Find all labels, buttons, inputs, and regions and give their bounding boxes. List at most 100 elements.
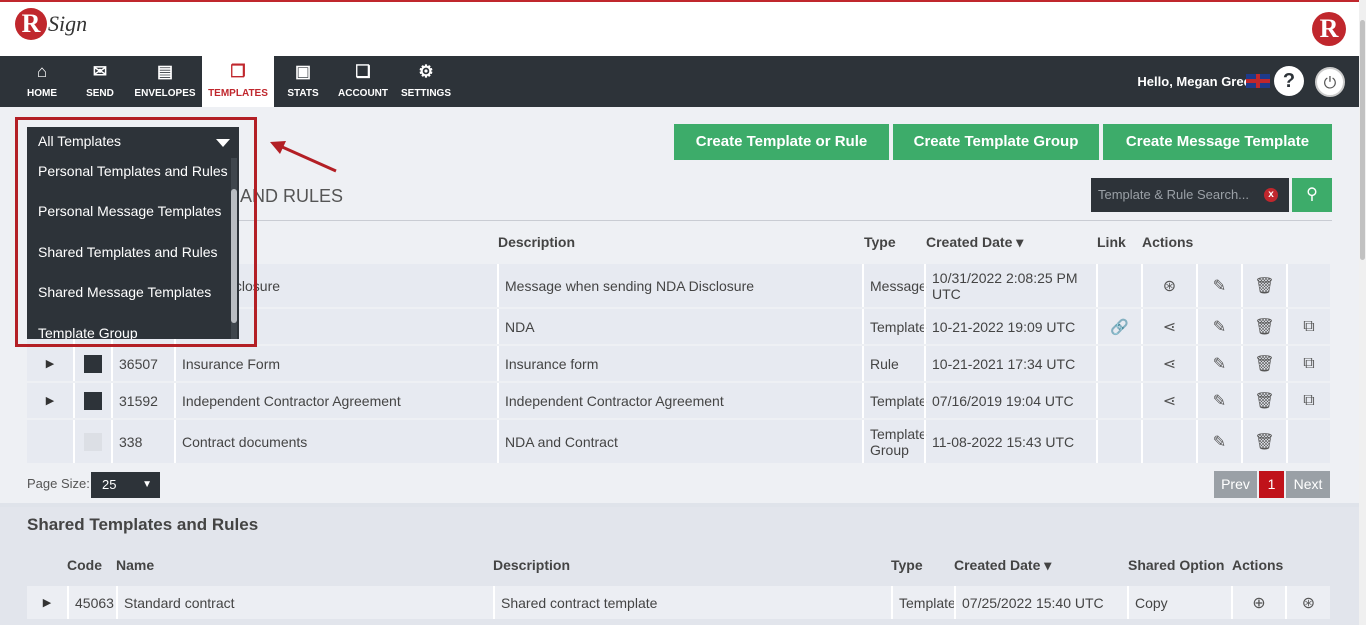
caret-right-icon[interactable]: ▶	[43, 596, 51, 609]
col-description: Description	[493, 557, 571, 573]
delete-action[interactable]: 🗑	[1241, 383, 1286, 418]
col-link: Link	[1097, 234, 1126, 250]
logout-button[interactable]: ⏻	[1315, 67, 1345, 97]
caret-right-icon[interactable]: ▶	[46, 357, 54, 370]
edit-action[interactable]: ✎	[1196, 383, 1241, 418]
edit-action[interactable]: ✎	[1196, 264, 1241, 307]
rsign-logo[interactable]: R Sign	[15, 8, 87, 40]
copy-icon[interactable]: ⧉	[1303, 318, 1314, 336]
help-button[interactable]: ?	[1274, 66, 1304, 96]
expand-cell[interactable]: ▶	[27, 383, 73, 418]
page-scrollbar[interactable]	[1359, 0, 1366, 625]
description-cell: Independent Contractor Agreement	[497, 383, 862, 418]
page-1-button[interactable]: 1	[1259, 471, 1284, 498]
nav-home[interactable]: ⌂ HOME	[14, 56, 70, 107]
add-document-action[interactable]: ⊕	[1231, 586, 1285, 619]
share-action[interactable]: ⋖	[1141, 309, 1196, 344]
nav-send[interactable]: ✉ SEND	[77, 56, 123, 107]
created-date: 10/31/2022 2:08:25 PM	[932, 269, 1078, 286]
edit-icon[interactable]: ✎	[1213, 354, 1226, 374]
gear-icon: ⚙	[418, 62, 434, 81]
trash-icon[interactable]: 🗑	[1254, 276, 1274, 296]
edit-icon[interactable]: ✎	[1213, 276, 1226, 296]
prev-page-button[interactable]: Prev	[1214, 471, 1257, 498]
nav-account-label: ACCOUNT	[338, 88, 388, 99]
type-line-2: Group	[870, 441, 909, 458]
expand-cell[interactable]: ▶	[27, 586, 67, 619]
share-icon[interactable]: ⊛	[1163, 276, 1176, 296]
link-icon[interactable]: 🔗	[1110, 318, 1129, 336]
checkbox-cell[interactable]	[73, 346, 111, 381]
share-action[interactable]: ⋖	[1141, 346, 1196, 381]
col-actions: Actions	[1142, 234, 1194, 250]
share-icon[interactable]: ⋖	[1163, 354, 1176, 374]
copy-icon[interactable]: ⧉	[1303, 392, 1314, 410]
row-checkbox[interactable]	[84, 391, 102, 410]
copy-action[interactable]: ⧉	[1286, 346, 1330, 381]
scrollbar-thumb[interactable]	[1360, 20, 1365, 260]
edit-action[interactable]: ✎	[1196, 309, 1241, 344]
row-checkbox-disabled	[84, 432, 102, 451]
annotation-arrow-icon	[270, 141, 337, 173]
created-cell: 10/31/2022 2:08:25 PM UTC	[924, 264, 1096, 307]
caret-right-icon[interactable]: ▶	[46, 394, 54, 407]
page-size-select[interactable]: 25 ▼	[91, 472, 160, 498]
row-checkbox[interactable]	[84, 354, 102, 373]
nav-account[interactable]: ❏ ACCOUNT	[336, 56, 390, 107]
copy-icon[interactable]: ⧉	[1303, 355, 1314, 373]
delete-action[interactable]: 🗑	[1241, 309, 1286, 344]
code-cell: 36507	[111, 346, 174, 381]
shared-section-title: Shared Templates and Rules	[27, 515, 259, 534]
clear-search-icon[interactable]: x	[1264, 188, 1278, 202]
table-row: ▶ 36507 Insurance Form Insurance form Ru…	[27, 346, 1330, 381]
col-created-date[interactable]: Created Date ▾	[954, 557, 1051, 574]
copy-action[interactable]: ⧉	[1286, 309, 1330, 344]
edit-icon[interactable]: ✎	[1213, 432, 1226, 452]
share-icon[interactable]: ⋖	[1163, 317, 1176, 337]
delete-action[interactable]: 🗑	[1241, 346, 1286, 381]
create-message-template-button[interactable]: Create Message Template	[1103, 124, 1332, 160]
type-line-1: Template	[870, 425, 927, 442]
name-cell: Independent Contractor Agreement	[174, 383, 497, 418]
trash-icon[interactable]: 🗑	[1254, 317, 1274, 337]
edit-action[interactable]: ✎	[1196, 346, 1241, 381]
create-template-group-button[interactable]: Create Template Group	[893, 124, 1099, 160]
copy-action[interactable]: ⧉	[1286, 383, 1330, 418]
share-icon[interactable]: ⋖	[1163, 391, 1176, 411]
nav-settings[interactable]: ⚙ SETTINGS	[400, 56, 452, 107]
expand-cell[interactable]: ▶	[27, 346, 73, 381]
add-document-icon[interactable]: ⊕	[1252, 593, 1265, 613]
link-cell	[1096, 420, 1141, 463]
next-page-button[interactable]: Next	[1286, 471, 1330, 498]
share-action[interactable]: ⊛	[1141, 264, 1196, 307]
col-created-date[interactable]: Created Date ▾	[926, 234, 1023, 251]
create-template-button[interactable]: Create Template or Rule	[674, 124, 889, 160]
copy-action	[1286, 420, 1330, 463]
trash-icon[interactable]: 🗑	[1254, 354, 1274, 374]
edit-icon[interactable]: ✎	[1213, 317, 1226, 337]
table-row: 338 Contract documents NDA and Contract …	[27, 420, 1330, 463]
logo-letter: R	[15, 8, 47, 40]
share-icon[interactable]: ⊛	[1302, 593, 1315, 613]
trash-icon[interactable]: 🗑	[1254, 432, 1274, 452]
language-flag-icon[interactable]	[1246, 74, 1270, 88]
created-cell: 07/25/2022 15:40 UTC	[954, 586, 1127, 619]
share-action[interactable]: ⊛	[1285, 586, 1330, 619]
trash-icon[interactable]: 🗑	[1254, 391, 1274, 411]
checkbox-cell[interactable]	[73, 383, 111, 418]
edit-icon[interactable]: ✎	[1213, 391, 1226, 411]
template-search-input[interactable]: Template & Rule Search...	[1091, 178, 1289, 212]
nav-stats[interactable]: ▣ STATS	[280, 56, 326, 107]
nav-envelopes[interactable]: ▤ ENVELOPES	[133, 56, 197, 107]
name-cell: Contract documents	[174, 420, 497, 463]
delete-action[interactable]: 🗑	[1241, 420, 1286, 463]
code-cell: 338	[111, 420, 174, 463]
share-action[interactable]: ⋖	[1141, 383, 1196, 418]
edit-action[interactable]: ✎	[1196, 420, 1241, 463]
search-button[interactable]: ⚲	[1292, 178, 1332, 212]
link-cell[interactable]: 🔗	[1096, 309, 1141, 344]
delete-action[interactable]: 🗑	[1241, 264, 1286, 307]
shared-option-cell: Copy	[1127, 586, 1231, 619]
nav-templates[interactable]: ❐ TEMPLATES	[202, 56, 274, 107]
link-cell	[1096, 264, 1141, 307]
